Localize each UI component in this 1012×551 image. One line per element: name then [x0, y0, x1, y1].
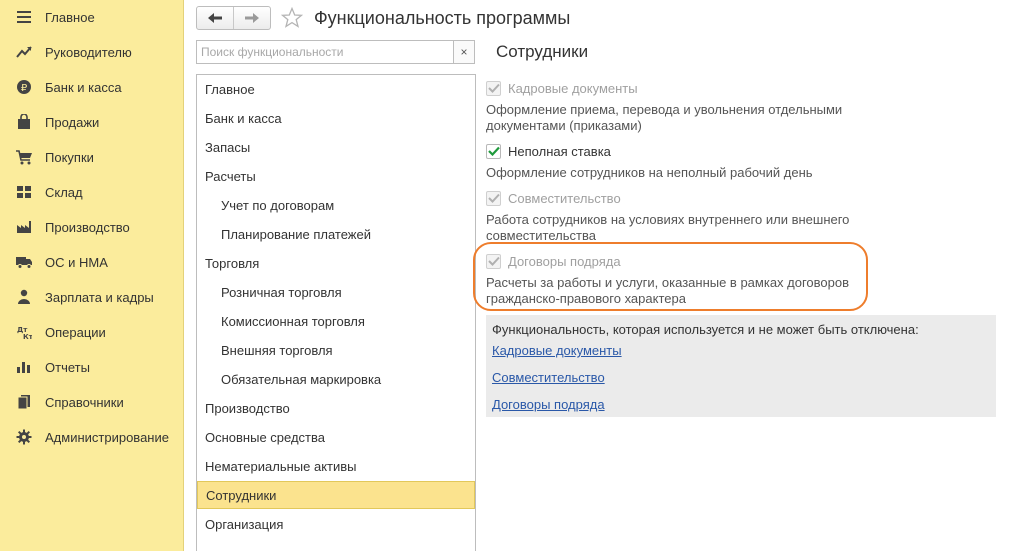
option-label: Совместительство [508, 190, 621, 206]
checkbox[interactable] [486, 143, 501, 159]
bar-chart-icon [15, 359, 33, 375]
list-item[interactable]: Комиссионная торговля [197, 307, 475, 335]
list-item[interactable]: Основные средства [197, 423, 475, 451]
sidebar-item-label: Администрирование [45, 430, 169, 445]
sidebar-item-references[interactable]: Справочники [0, 385, 184, 420]
checkbox[interactable] [486, 80, 501, 96]
sidebar-item-bank[interactable]: ₽ Банк и касса [0, 70, 184, 105]
sidebar-item-label: Покупки [45, 150, 94, 165]
ruble-coin-icon: ₽ [15, 79, 33, 95]
info-link[interactable]: Кадровые документы [492, 343, 622, 358]
back-button[interactable] [197, 7, 233, 29]
sidebar-item-assets[interactable]: ОС и НМА [0, 245, 184, 280]
sidebar-item-production[interactable]: Производство [0, 210, 184, 245]
sidebar-item-reports[interactable]: Отчеты [0, 350, 184, 385]
close-icon: × [460, 45, 468, 59]
section-title: Сотрудники [496, 42, 589, 61]
checkbox[interactable] [486, 190, 501, 206]
sidebar-item-label: Справочники [45, 395, 124, 410]
search-input[interactable] [196, 40, 454, 64]
sidebar-item-main[interactable]: Главное [0, 0, 184, 35]
sidebar-item-salary[interactable]: Зарплата и кадры [0, 280, 184, 315]
list-item[interactable]: Главное [197, 75, 475, 103]
sidebar-item-manager[interactable]: Руководителю [0, 35, 184, 70]
person-icon [15, 289, 33, 305]
option-part-time[interactable]: Неполная ставка [486, 142, 611, 160]
checkmark-icon [487, 83, 500, 93]
warehouse-grid-icon [15, 184, 33, 200]
info-box: Функциональность, которая используется и… [486, 315, 996, 417]
list-item[interactable]: Организация [197, 510, 475, 538]
list-item[interactable]: Производство [197, 394, 475, 422]
books-icon [15, 394, 33, 410]
cart-icon [15, 149, 33, 165]
info-title: Функциональность, которая используется и… [492, 322, 919, 337]
forward-button[interactable] [233, 7, 270, 29]
shopping-bag-icon [15, 114, 33, 130]
list-item-selected[interactable]: Сотрудники [197, 481, 475, 509]
page-title: Функциональность программы [314, 8, 571, 28]
sidebar-item-warehouse[interactable]: Склад [0, 175, 184, 210]
sidebar-item-label: Продажи [45, 115, 100, 130]
sidebar-item-label: Зарплата и кадры [45, 290, 154, 305]
sections-list: Главное Банк и касса Запасы Расчеты Учет… [196, 74, 476, 551]
gear-icon [15, 429, 33, 445]
sidebar-item-admin[interactable]: Администрирование [0, 420, 184, 455]
truck-icon [15, 254, 33, 270]
option-hr-documents[interactable]: Кадровые документы [486, 79, 638, 97]
svg-text:₽: ₽ [21, 83, 28, 94]
sidebar-item-label: Отчеты [45, 360, 90, 375]
clear-search-button[interactable]: × [453, 40, 475, 64]
sidebar-item-label: Операции [45, 325, 106, 340]
option-label: Кадровые документы [508, 80, 638, 96]
list-item[interactable]: Запасы [197, 133, 475, 161]
sidebar-item-label: ОС и НМА [45, 255, 108, 270]
arrow-right-icon [245, 13, 259, 23]
option-label: Неполная ставка [508, 143, 611, 159]
list-item[interactable]: Нематериальные активы [197, 452, 475, 480]
list-item[interactable]: Обязательная маркировка [197, 365, 475, 393]
option-description: Работа сотрудников на условиях внутренне… [486, 212, 850, 243]
nav-buttons [196, 6, 271, 30]
option-description: Оформление сотрудников на неполный рабоч… [486, 165, 813, 180]
info-link[interactable]: Договоры подряда [492, 397, 605, 412]
arrow-left-icon [208, 13, 222, 23]
option-description: Оформление приема, перевода и увольнения… [486, 102, 843, 133]
trend-icon [15, 44, 33, 60]
sidebar-item-operations[interactable]: Дт Кт Операции [0, 315, 184, 350]
sidebar: Главное Руководителю ₽ Банк и касса Прод… [0, 0, 184, 551]
svg-text:Кт: Кт [23, 333, 32, 340]
list-item[interactable]: Банк и касса [197, 104, 475, 132]
checkmark-icon [487, 146, 500, 156]
sidebar-item-purchases[interactable]: Покупки [0, 140, 184, 175]
list-item[interactable]: Торговля [197, 249, 475, 277]
list-item[interactable]: Внешняя торговля [197, 336, 475, 364]
sidebar-item-label: Производство [45, 220, 130, 235]
menu-icon [15, 9, 33, 25]
info-link[interactable]: Совместительство [492, 370, 605, 385]
sidebar-item-label: Главное [45, 10, 95, 25]
list-item[interactable]: Планирование платежей [197, 220, 475, 248]
sidebar-item-label: Склад [45, 185, 83, 200]
factory-icon [15, 219, 33, 235]
option-combined-job[interactable]: Совместительство [486, 189, 621, 207]
sidebar-item-label: Руководителю [45, 45, 132, 60]
highlight-outline [473, 242, 868, 311]
list-item[interactable]: Учет по договорам [197, 191, 475, 219]
checkmark-icon [487, 193, 500, 203]
debit-credit-icon: Дт Кт [15, 324, 33, 340]
list-item[interactable]: Расчеты [197, 162, 475, 190]
list-item[interactable]: Розничная торговля [197, 278, 475, 306]
favorite-star-icon[interactable] [280, 6, 304, 30]
sidebar-item-label: Банк и касса [45, 80, 122, 95]
sidebar-item-sales[interactable]: Продажи [0, 105, 184, 140]
